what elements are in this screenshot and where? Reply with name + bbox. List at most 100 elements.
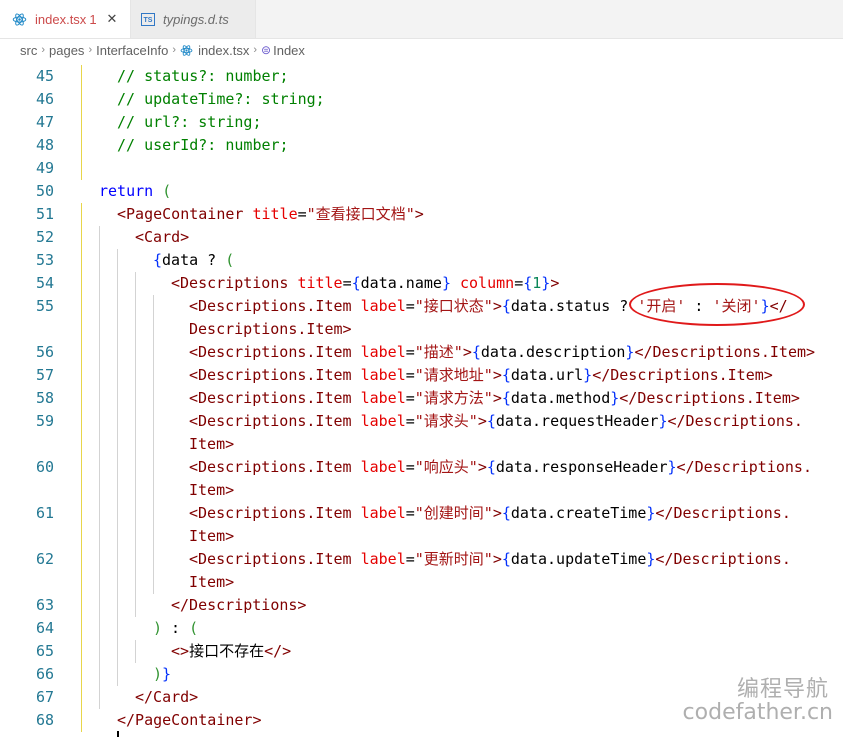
code-token: > (492, 297, 502, 315)
indent-guide (99, 249, 100, 272)
code-token: : (162, 619, 190, 637)
code-line: 55 <Descriptions.Item label="接口状态">{data.… (0, 295, 843, 318)
indent-guide (99, 502, 100, 525)
code-token: </Descriptions.Item> (592, 366, 773, 384)
close-icon[interactable]: ✕ (107, 11, 118, 27)
indent-guide (99, 272, 100, 295)
code-text: // userId?: number; (117, 134, 289, 157)
breadcrumb-item-interfaceinfo[interactable]: InterfaceInfo (96, 43, 168, 58)
indent-guide (135, 571, 136, 594)
ts-icon: TS (141, 12, 155, 26)
indent-guide (153, 433, 154, 456)
code-text: <Descriptions title={data.name} column={… (171, 272, 559, 295)
indent-guide (99, 341, 100, 364)
code-text: <>接口不存在</> (171, 640, 291, 663)
indent-guide (117, 295, 118, 318)
code-token: label (360, 343, 406, 361)
code-text: <Card> (135, 226, 189, 249)
code-token: ) (153, 665, 163, 683)
indent-guide (117, 479, 118, 502)
code-line: 49 (0, 157, 843, 180)
text-cursor (117, 731, 119, 737)
code-token: Item> (189, 481, 235, 499)
code-token: > (414, 205, 424, 223)
line-number: 54 (35, 274, 54, 292)
line-number: 64 (35, 619, 54, 637)
tab-typings-d-ts[interactable]: TS typings.d.ts (131, 0, 256, 38)
code-token: } (760, 297, 770, 315)
code-token: 1 (532, 274, 542, 292)
code-line: 52 <Card> (0, 226, 843, 249)
indent-guide (81, 456, 82, 479)
code-line: 62 <Descriptions.Item label="更新时间">{data.… (0, 548, 843, 571)
line-number: 53 (35, 251, 54, 269)
code-token: data.status ? (510, 297, 638, 315)
code-token: </Card> (135, 688, 199, 706)
indent-guide (153, 456, 154, 479)
indent-guide (99, 640, 100, 663)
indent-guide (153, 341, 154, 364)
code-line: Item> (0, 571, 843, 594)
code-text: Item> (189, 479, 234, 502)
code-token: = (405, 297, 415, 315)
code-line: Descriptions.Item> (0, 318, 843, 341)
indent-guide (81, 65, 82, 88)
code-token: { (501, 297, 511, 315)
indent-guide (99, 318, 100, 341)
indent-guide (81, 272, 82, 295)
indent-guide (135, 318, 136, 341)
indent-guide (153, 295, 154, 318)
code-token: label (360, 389, 406, 407)
code-text: // url?: string; (117, 111, 262, 134)
indent-guide (135, 456, 136, 479)
code-token: : (685, 297, 713, 315)
code-token: </Descriptions. (676, 458, 812, 476)
code-token: "响应头" (414, 458, 478, 476)
indent-guide (99, 686, 100, 709)
line-number: 59 (35, 412, 54, 430)
code-token: '关闭' (712, 297, 761, 315)
code-editor[interactable]: 45 // status?: number; 46 // updateTime?: s… (0, 61, 843, 737)
indent-guide (153, 571, 154, 594)
breadcrumb-item-src[interactable]: src (20, 43, 37, 58)
code-token: </> (264, 642, 292, 660)
code-token: > (462, 343, 472, 361)
indent-guide (99, 433, 100, 456)
code-line: 46 // updateTime?: string; (0, 88, 843, 111)
code-token: </Descriptions. (655, 504, 791, 522)
breadcrumb-item-pages[interactable]: pages (49, 43, 84, 58)
code-token: ( (162, 182, 172, 200)
code-token: data.createTime (510, 504, 647, 522)
indent-guide (117, 341, 118, 364)
indent-guide (117, 525, 118, 548)
line-number: 52 (35, 228, 54, 246)
indent-guide (117, 249, 118, 272)
code-text: Item> (189, 571, 234, 594)
code-line: 51 <PageContainer title="查看接口文档"> (0, 203, 843, 226)
breadcrumb-item-symbol[interactable]: Index (273, 43, 305, 58)
indent-guide (81, 157, 82, 180)
tab-index-tsx[interactable]: index.tsx 1 ✕ (0, 0, 131, 38)
code-token: </Descriptions.Item> (634, 343, 816, 361)
indent-guide (81, 249, 82, 272)
line-number: 50 (35, 182, 54, 200)
line-number: 56 (35, 343, 54, 361)
indent-guide (81, 502, 82, 525)
code-token: Item> (189, 573, 235, 591)
indent-guide (99, 571, 100, 594)
code-line: 45 // status?: number; (0, 65, 843, 88)
indent-guide (81, 295, 82, 318)
code-token: = (405, 550, 415, 568)
indent-guide (81, 111, 82, 134)
symbol-function-icon: ⊜ (261, 43, 272, 57)
code-token: "创建时间" (414, 504, 493, 522)
code-token: } (441, 274, 451, 292)
breadcrumb-item-file[interactable]: index.tsx (198, 43, 249, 58)
code-token: = (405, 343, 415, 361)
code-text: </PageContainer> (117, 709, 262, 732)
line-number: 66 (35, 665, 54, 683)
code-token: label (360, 366, 406, 384)
code-token: data.method (510, 389, 611, 407)
